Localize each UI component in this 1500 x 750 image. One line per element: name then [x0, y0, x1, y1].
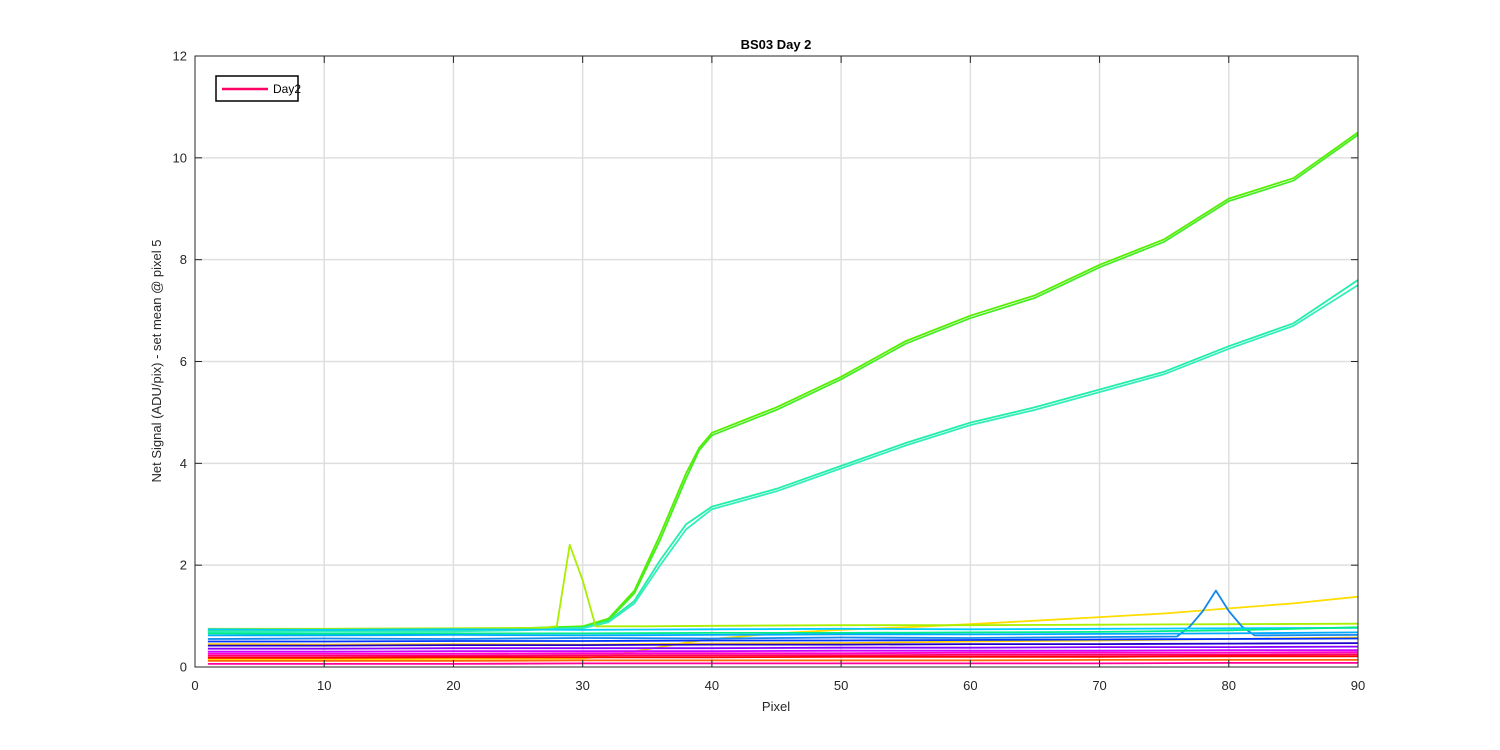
x-axis-label: Pixel — [762, 699, 790, 714]
chart-title: BS03 Day 2 — [741, 37, 812, 52]
legend-label-day2: Day2 — [273, 82, 301, 96]
y-tick-label: 8 — [180, 252, 187, 267]
y-tick-label: 10 — [173, 150, 187, 165]
x-tick-label: 90 — [1351, 678, 1365, 693]
x-tick-label: 50 — [834, 678, 848, 693]
y-axis-label: Net Signal (ADU/pix) - set mean @ pixel … — [149, 240, 164, 483]
series-line-20 — [207, 662, 1358, 665]
x-tick-label: 0 — [191, 678, 198, 693]
line-chart: 0 10 20 30 40 50 60 70 80 90024681012 BS03 Day 2 … — [149, 37, 1365, 714]
x-tick-label: 40 — [705, 678, 719, 693]
x-tick-label: 80 — [1222, 678, 1236, 693]
y-tick-label: 6 — [180, 354, 187, 369]
y-tick-label: 0 — [180, 660, 187, 675]
legend: Day2 — [215, 75, 301, 102]
x-tick-label: 20 — [446, 678, 460, 693]
series-line-19 — [207, 659, 1358, 662]
y-tick-label: 2 — [180, 558, 187, 573]
figure: 0 10 20 30 40 50 60 70 80 90 0 2 4 6 8 10 12 BS03 Day 2 … — [0, 0, 1500, 750]
y-tick-label: 12 — [173, 49, 187, 64]
x-tick-label: 60 — [963, 678, 977, 693]
x-tick-label: 30 — [575, 678, 589, 693]
x-tick-label: 70 — [1092, 678, 1106, 693]
x-tick-label: 10 — [317, 678, 331, 693]
y-tick-label: 4 — [180, 456, 187, 471]
